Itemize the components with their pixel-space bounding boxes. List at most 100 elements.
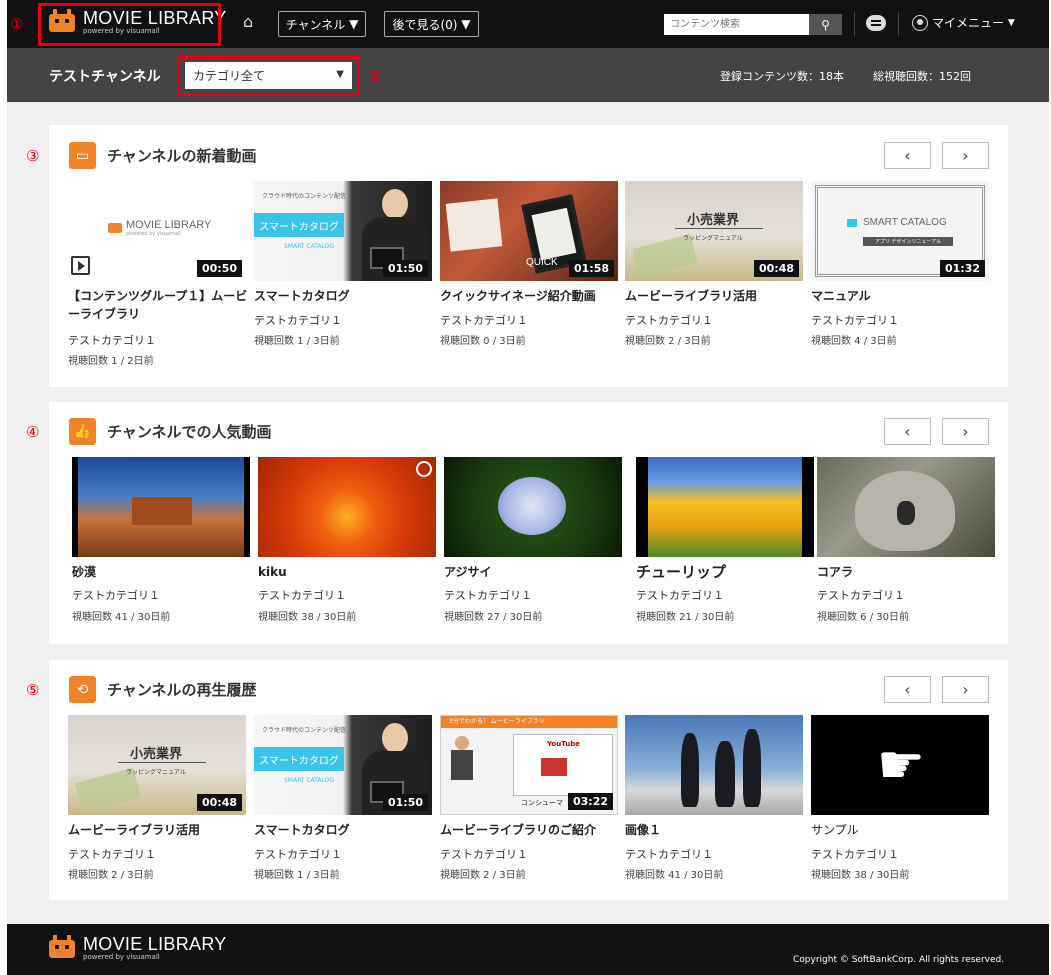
logo-title: MOVIE LIBRARY (83, 934, 227, 954)
video-category: テストカテゴリ１ (258, 589, 346, 602)
chevron-left-icon: ‹ (904, 146, 911, 165)
next-button[interactable]: › (942, 676, 989, 703)
video-card[interactable]: SMART CATALOG アプリ デザインリニューアル 01:32 マニュアル… (811, 181, 989, 371)
video-category: テストカテゴリ１ (811, 314, 899, 327)
video-views: 視聴回数 21 / 30日前 (636, 612, 735, 623)
watch-later-label: 後で見る(0) (392, 17, 458, 32)
annotation-5: ⑤ (26, 681, 40, 699)
video-title[interactable]: アジサイ (444, 563, 624, 581)
prev-button[interactable]: ‹ (884, 676, 931, 703)
video-views: 視聴回数 27 / 30日前 (444, 612, 543, 623)
video-thumbnail[interactable]: 3分でわかる！ ムービーライブラリ YouTube コンシューマ 03:22 (440, 715, 618, 815)
chevron-right-icon: › (962, 680, 969, 699)
video-title[interactable]: クイックサイネージ紹介動画 (440, 287, 620, 305)
video-category: テストカテゴリ１ (254, 848, 342, 861)
video-card[interactable]: クラウド時代のコンテンツ配信 スマートカタログ SMART CATALOG 01… (254, 181, 432, 371)
chevron-down-icon: ▼ (349, 17, 359, 31)
video-card[interactable]: MOVIE LIBRARY powered by visuamall 00:50… (68, 181, 248, 371)
video-card[interactable]: 3分でわかる！ ムービーライブラリ YouTube コンシューマ 03:22 ム… (440, 715, 618, 885)
video-thumbnail[interactable] (258, 457, 436, 557)
watch-later-dropdown[interactable]: 後で見る(0) ▼ (384, 11, 479, 37)
video-title[interactable]: ムービーライブラリのご紹介 (440, 821, 620, 839)
annotation-4: ④ (26, 423, 40, 441)
total-views: 総視聴回数：152回 (873, 70, 971, 83)
my-menu-label: マイメニュー (932, 16, 1005, 30)
video-title[interactable]: マニュアル (811, 287, 991, 305)
divider (854, 12, 855, 36)
search-input[interactable] (664, 14, 809, 35)
duration-badge: 03:22 (567, 793, 613, 810)
video-thumbnail[interactable]: QUICK 01:58 (440, 181, 618, 281)
video-title[interactable]: 砂漠 (72, 563, 252, 581)
prev-button[interactable]: ‹ (884, 418, 931, 445)
channel-dropdown[interactable]: チャンネル ▼ (278, 11, 366, 37)
annotation-box-2 (177, 56, 360, 96)
tv-icon: ▭ (69, 142, 96, 169)
video-thumbnail[interactable]: クラウド時代のコンテンツ配信 スマートカタログ SMART CATALOG 01… (254, 715, 432, 815)
video-card[interactable]: 小売業界 ラッピングマニュアル 00:48 ムービーライブラリ活用 テストカテゴ… (625, 181, 803, 371)
video-views: 視聴回数 38 / 30日前 (258, 612, 357, 623)
channel-dropdown-label: チャンネル (285, 17, 346, 32)
prev-button[interactable]: ‹ (884, 142, 931, 169)
home-icon[interactable]: ⌂ (243, 14, 259, 30)
search-button[interactable]: ⚲ (809, 14, 842, 35)
chat-icon[interactable] (866, 15, 886, 31)
video-card[interactable]: ☛ サンプル テストカテゴリ１ 視聴回数 38 / 30日前 (811, 715, 989, 885)
video-card[interactable]: アジサイ テストカテゴリ１ 視聴回数 27 / 30日前 (444, 457, 622, 627)
video-card[interactable]: 画像１ テストカテゴリ１ 視聴回数 41 / 30日前 (625, 715, 803, 885)
video-thumbnail[interactable]: MOVIE LIBRARY powered by visuamall 00:50 (68, 181, 246, 281)
video-title[interactable]: チューリップ (636, 563, 816, 581)
video-thumbnail[interactable] (444, 457, 622, 557)
video-card[interactable]: 小売業界 ラッピングマニュアル 00:48 ムービーライブラリ活用 テストカテゴ… (68, 715, 246, 885)
video-title[interactable]: コアラ (817, 563, 997, 581)
chevron-down-icon: ▼ (1007, 17, 1015, 28)
video-thumbnail[interactable]: クラウド時代のコンテンツ配信 スマートカタログ SMART CATALOG 01… (254, 181, 432, 281)
video-thumbnail[interactable] (625, 715, 803, 815)
video-category: テストカテゴリ１ (68, 848, 156, 861)
section-title: チャンネルの再生履歴 (107, 681, 257, 699)
video-category: テストカテゴリ１ (254, 314, 342, 327)
video-title[interactable]: スマートカタログ (254, 821, 434, 839)
chevron-left-icon: ‹ (904, 680, 911, 699)
video-thumbnail[interactable] (72, 457, 250, 557)
video-card[interactable]: クラウド時代のコンテンツ配信 スマートカタログ SMART CATALOG 01… (254, 715, 432, 885)
person-illustration (382, 189, 408, 219)
footer-logo[interactable]: MOVIE LIBRARY powered by visuamall (49, 934, 227, 962)
history-icon: ⟲ (69, 676, 96, 703)
video-views: 視聴回数 38 / 30日前 (811, 870, 910, 881)
logo-subtitle: powered by visuamall (83, 953, 160, 961)
video-thumbnail[interactable]: 小売業界 ラッピングマニュアル 00:48 (625, 181, 803, 281)
video-thumbnail[interactable]: SMART CATALOG アプリ デザインリニューアル 01:32 (811, 181, 989, 281)
video-card[interactable]: 砂漠 テストカテゴリ１ 視聴回数 41 / 30日前 (72, 457, 250, 627)
video-thumbnail[interactable]: 小売業界 ラッピングマニュアル 00:48 (68, 715, 246, 815)
annotation-box-1 (38, 3, 221, 46)
video-title[interactable]: ムービーライブラリ活用 (68, 821, 248, 839)
video-thumbnail[interactable] (636, 457, 814, 557)
section-popular-videos: 👍 チャンネルでの人気動画 ‹ › 砂漠 テストカテゴリ１ 視聴回数 41 / … (49, 402, 1008, 644)
video-category: テストカテゴリ１ (440, 848, 528, 861)
video-views: 視聴回数 2 / 3日前 (440, 870, 526, 881)
video-title[interactable]: 画像１ (625, 821, 805, 839)
annotation-2: ② (368, 67, 382, 85)
next-button[interactable]: › (942, 142, 989, 169)
video-title[interactable]: サンプル (811, 821, 991, 839)
video-views: 視聴回数 1 / 3日前 (254, 336, 340, 347)
video-title[interactable]: ムービーライブラリ活用 (625, 287, 805, 305)
section-title: チャンネルの新着動画 (107, 147, 257, 165)
video-title[interactable]: スマートカタログ (254, 287, 434, 305)
video-thumbnail[interactable] (817, 457, 995, 557)
video-category: テストカテゴリ１ (625, 848, 713, 861)
video-title[interactable]: kiku (258, 563, 438, 581)
my-menu-button[interactable]: マイメニュー ▼ (912, 14, 1015, 31)
movie-library-logo-thumb: MOVIE LIBRARY powered by visuamall (108, 219, 211, 237)
video-card[interactable]: kiku テストカテゴリ１ 視聴回数 38 / 30日前 (258, 457, 436, 627)
duration-badge: 00:48 (196, 794, 242, 811)
chevron-right-icon: › (962, 422, 969, 441)
next-button[interactable]: › (942, 418, 989, 445)
video-card[interactable]: コアラ テストカテゴリ１ 視聴回数 6 / 30日前 (817, 457, 995, 627)
chevron-right-icon: › (962, 146, 969, 165)
video-card[interactable]: QUICK 01:58 クイックサイネージ紹介動画 テストカテゴリ１ 視聴回数 … (440, 181, 618, 371)
video-card[interactable]: チューリップ テストカテゴリ１ 視聴回数 21 / 30日前 (636, 457, 814, 627)
video-title[interactable]: 【コンテンツグループ１】ムービーライブラリ (68, 287, 248, 323)
video-thumbnail[interactable]: ☛ (811, 715, 989, 815)
